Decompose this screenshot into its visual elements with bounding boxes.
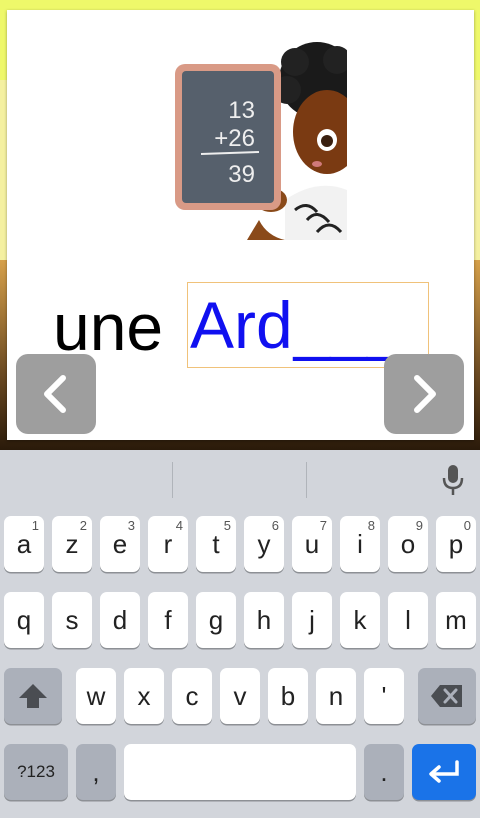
chevron-right-icon — [414, 375, 436, 413]
article-label: une — [53, 290, 164, 364]
key-label: b — [280, 680, 296, 711]
key-label: o — [400, 528, 416, 559]
enter-key[interactable] — [412, 744, 476, 800]
shift-key[interactable] — [4, 668, 62, 724]
key-label: l — [405, 604, 411, 635]
answer-typed-text: Ard — [190, 288, 293, 362]
key-hint: 9 — [415, 518, 423, 533]
enter-icon — [429, 760, 459, 783]
key-label: e — [112, 528, 128, 559]
backspace-icon — [431, 685, 462, 707]
key-hint: 0 — [463, 518, 471, 533]
key-e[interactable]: e3 — [100, 516, 140, 572]
key-label: r — [163, 528, 173, 559]
key-s[interactable]: s — [52, 592, 92, 648]
suggestion-strip — [0, 450, 480, 510]
on-screen-keyboard: a1 z2 e3 r4 t5 y6 u7 i8 o9 p0 q s d f g … — [0, 450, 480, 818]
key-j[interactable]: j — [292, 592, 332, 648]
backspace-key[interactable] — [418, 668, 476, 724]
key-label: f — [164, 604, 172, 635]
key-label: . — [380, 756, 388, 787]
key-label: q — [16, 604, 32, 635]
key-label: s — [65, 604, 79, 635]
key-g[interactable]: g — [196, 592, 236, 648]
key-a[interactable]: a1 — [4, 516, 44, 572]
key-x[interactable]: x — [124, 668, 164, 724]
key-label: y — [257, 528, 271, 559]
previous-button[interactable] — [16, 354, 96, 434]
key-label: n — [328, 680, 344, 711]
key-z[interactable]: z2 — [52, 516, 92, 572]
key-hint: 5 — [223, 518, 231, 533]
answer-blanks: ____ — [293, 288, 441, 362]
key-f[interactable]: f — [148, 592, 188, 648]
key-label: i — [357, 528, 363, 559]
child-with-slate-illustration: 13 +26 39 — [175, 42, 347, 240]
key-h[interactable]: h — [244, 592, 284, 648]
key-label: c — [185, 680, 199, 711]
next-button[interactable] — [384, 354, 464, 434]
key-hint: 2 — [79, 518, 87, 533]
space-key[interactable] — [124, 744, 356, 800]
exercise-card: 13 +26 39 une Ard ____ — [7, 10, 474, 440]
key-label: d — [112, 604, 128, 635]
key-i[interactable]: i8 — [340, 516, 380, 572]
key-label: a — [16, 528, 32, 559]
key-hint: 3 — [127, 518, 135, 533]
slate-line-3: 39 — [228, 161, 255, 188]
key-hint: 4 — [175, 518, 183, 533]
key-label: ' — [381, 680, 387, 711]
key-n[interactable]: n — [316, 668, 356, 724]
period-key[interactable]: . — [364, 744, 404, 800]
key-label: t — [212, 528, 220, 559]
key-p[interactable]: p0 — [436, 516, 476, 572]
key-label: k — [353, 604, 367, 635]
key-t[interactable]: t5 — [196, 516, 236, 572]
key-label: p — [448, 528, 464, 559]
suggestion-divider — [306, 462, 307, 498]
key-y[interactable]: y6 — [244, 516, 284, 572]
key-label: u — [304, 528, 320, 559]
key-label: z — [65, 528, 79, 559]
key-q[interactable]: q — [4, 592, 44, 648]
suggestion-divider — [172, 462, 173, 498]
key-hint: 1 — [31, 518, 39, 533]
key-label: j — [309, 604, 315, 635]
key-u[interactable]: u7 — [292, 516, 332, 572]
key-k[interactable]: k — [340, 592, 380, 648]
key-label: , — [92, 756, 100, 787]
key-label: ?123 — [17, 762, 55, 781]
microphone-icon[interactable] — [440, 464, 466, 496]
key-label: m — [445, 604, 467, 635]
key-apostrophe[interactable]: ' — [364, 668, 404, 724]
key-label: h — [256, 604, 272, 635]
key-c[interactable]: c — [172, 668, 212, 724]
key-v[interactable]: v — [220, 668, 260, 724]
key-l[interactable]: l — [388, 592, 428, 648]
key-r[interactable]: r4 — [148, 516, 188, 572]
key-label: w — [86, 680, 106, 711]
key-hint: 6 — [271, 518, 279, 533]
key-label: v — [233, 680, 247, 711]
key-w[interactable]: w — [76, 668, 116, 724]
key-hint: 7 — [319, 518, 327, 533]
key-o[interactable]: o9 — [388, 516, 428, 572]
slate-line-1: 13 — [228, 97, 255, 124]
symbols-key[interactable]: ?123 — [4, 744, 68, 800]
key-label: g — [208, 604, 224, 635]
key-d[interactable]: d — [100, 592, 140, 648]
shift-icon — [19, 684, 47, 708]
key-b[interactable]: b — [268, 668, 308, 724]
slate-line-2: +26 — [214, 125, 255, 152]
key-label: x — [137, 680, 151, 711]
key-hint: 8 — [367, 518, 375, 533]
chevron-left-icon — [44, 375, 66, 413]
key-m[interactable]: m — [436, 592, 476, 648]
comma-key[interactable]: , — [76, 744, 116, 800]
